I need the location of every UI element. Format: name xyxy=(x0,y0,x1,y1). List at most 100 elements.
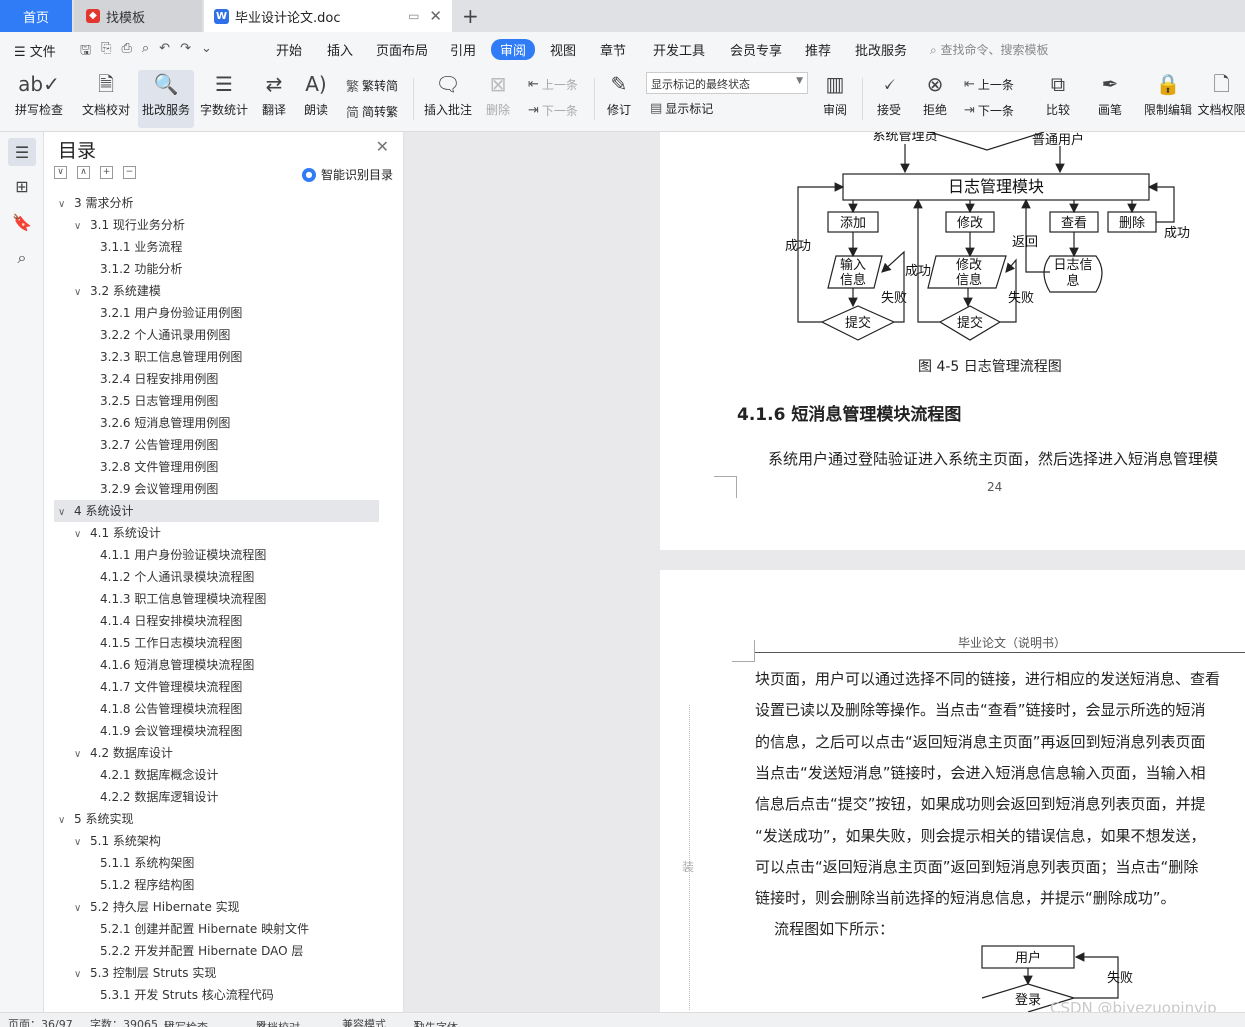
next-comment-button[interactable]: ⇥ 下一条 xyxy=(528,102,578,119)
window-mode-icon[interactable]: ▭ xyxy=(408,9,419,23)
preview-icon[interactable]: ⌕ xyxy=(142,41,149,63)
accept-button[interactable]: 🗸 接受 xyxy=(868,70,910,128)
prev-change-button[interactable]: ⇤ 上一条 xyxy=(964,76,1014,93)
toc-item[interactable]: 3.2.2 个人通讯录用例图 xyxy=(54,324,379,346)
markup-mode-select[interactable]: 显示标记的最终状态 ▼ xyxy=(646,72,808,94)
insert-comment-button[interactable]: 🗨 插入批注 xyxy=(420,70,476,128)
toc-item[interactable]: 5.3.1 开发 Struts 核心流程代码 xyxy=(54,984,379,1006)
toc-item[interactable]: 4.1.3 职工信息管理模块流程图 xyxy=(54,588,379,610)
delete-comment-button[interactable]: ⊠ 删除 xyxy=(478,70,518,128)
tab-home[interactable]: 首页 xyxy=(0,0,72,32)
review-pane-button[interactable]: ▥ 审阅 xyxy=(814,70,856,128)
expand-all-icon[interactable]: ∨ xyxy=(54,166,67,179)
chevron-down-icon[interactable]: ∨ xyxy=(74,744,86,766)
word-count-button[interactable]: ☰ 字数统计 xyxy=(196,70,252,128)
toc-item[interactable]: 4.1.6 短消息管理模块流程图 xyxy=(54,654,379,676)
restrict-editing-button[interactable]: 🔒 限制编辑 xyxy=(1140,70,1196,128)
prev-comment-button[interactable]: ⇤ 上一条 xyxy=(528,76,578,93)
show-markup-button[interactable]: ▤ 显示标记 xyxy=(650,100,713,117)
menu-recommend[interactable]: 推荐 xyxy=(805,40,831,59)
tab-template[interactable]: ◆ 找模板 xyxy=(74,0,202,32)
chevron-down-icon[interactable]: ∨ xyxy=(74,216,86,238)
toc-item[interactable]: ∨ 4 系统设计 xyxy=(54,500,379,522)
chevron-down-icon[interactable]: ∨ xyxy=(58,810,70,832)
toc-item[interactable]: 3.2.4 日程安排用例图 xyxy=(54,368,379,390)
toc-item[interactable]: ∨ 3.1 现行业务分析 xyxy=(54,214,379,236)
toc-item[interactable]: 3.2.6 短消息管理用例图 xyxy=(54,412,379,434)
chevron-down-icon[interactable]: ∨ xyxy=(74,524,86,546)
compare-button[interactable]: ⧉ 比较 xyxy=(1036,70,1080,128)
toc-panel-icon[interactable]: ☰ xyxy=(8,138,36,166)
chevron-down-icon[interactable]: ∨ xyxy=(74,898,86,920)
toc-item[interactable]: 4.1.2 个人通讯录模块流程图 xyxy=(54,566,379,588)
chapter-nav-icon[interactable]: ⊞ xyxy=(8,172,36,200)
toc-item[interactable]: 4.2.1 数据库概念设计 xyxy=(54,764,379,786)
toc-item[interactable]: 4.1.8 公告管理模块流程图 xyxy=(54,698,379,720)
toc-item[interactable]: ∨ 5.2 持久层 Hibernate 实现 xyxy=(54,896,379,918)
toc-item[interactable]: 3.1.2 功能分析 xyxy=(54,258,379,280)
remove-item-icon[interactable]: − xyxy=(123,166,136,179)
spell-check-button[interactable]: ab✓ 拼写检查 xyxy=(8,70,70,128)
print-icon[interactable]: ⎙ xyxy=(121,41,131,63)
chevron-down-icon[interactable]: ∨ xyxy=(58,502,70,524)
doc-rights-button[interactable]: 🗋 文档权限 xyxy=(1198,70,1245,128)
toc-item[interactable]: 3.2.7 公告管理用例图 xyxy=(54,434,379,456)
toc-item[interactable]: 4.1.9 会议管理模块流程图 xyxy=(54,720,379,742)
read-aloud-button[interactable]: A) 朗读 xyxy=(296,70,336,128)
doc-proof-button[interactable]: 🗎 文档校对 xyxy=(76,70,136,128)
add-item-icon[interactable]: + xyxy=(100,166,113,179)
close-icon[interactable]: ✕ xyxy=(376,137,389,156)
menu-member[interactable]: 会员专享 xyxy=(730,40,782,59)
chevron-down-icon[interactable]: ∨ xyxy=(74,964,86,986)
export-icon[interactable]: ⎘ xyxy=(101,41,111,63)
toc-item[interactable]: 4.1.7 文件管理模块流程图 xyxy=(54,676,379,698)
toc-item[interactable]: 3.2.9 会议管理用例图 xyxy=(54,478,379,500)
menu-developer[interactable]: 开发工具 xyxy=(653,40,705,59)
redo-icon[interactable]: ↷ xyxy=(180,41,191,63)
toc-item[interactable]: 4.2.2 数据库逻辑设计 xyxy=(54,786,379,808)
toc-item[interactable]: 3.2.1 用户身份验证用例图 xyxy=(54,302,379,324)
bookmark-icon[interactable]: 🔖 xyxy=(8,208,36,236)
toc-item[interactable]: 4.1.4 日程安排模块流程图 xyxy=(54,610,379,632)
toc-item[interactable]: 4.1.5 工作日志模块流程图 xyxy=(54,632,379,654)
toc-item[interactable]: 5.1.2 程序结构图 xyxy=(54,874,379,896)
translate-button[interactable]: ⇄ 翻译 xyxy=(254,70,294,128)
more-icon[interactable]: ⌄ xyxy=(201,41,212,63)
toc-item[interactable]: 4.1.1 用户身份验证模块流程图 xyxy=(54,544,379,566)
toc-item[interactable]: 3.2.8 文件管理用例图 xyxy=(54,456,379,478)
toc-item[interactable]: ∨ 3 需求分析 xyxy=(54,192,379,214)
command-search[interactable]: ⌕ 查找命令、搜索模板 xyxy=(930,41,1049,58)
menu-view[interactable]: 视图 xyxy=(550,40,576,59)
collapse-all-icon[interactable]: ∧ xyxy=(77,166,90,179)
toc-item[interactable]: ∨ 5.1 系统架构 xyxy=(54,830,379,852)
menu-references[interactable]: 引用 xyxy=(450,40,476,59)
undo-icon[interactable]: ↶ xyxy=(159,41,170,63)
menu-grading[interactable]: 批改服务 xyxy=(855,40,907,59)
toc-item[interactable]: 5.2.1 创建并配置 Hibernate 映射文件 xyxy=(54,918,379,940)
chevron-down-icon[interactable]: ∨ xyxy=(74,282,86,304)
toc-item[interactable]: 3.1.1 业务流程 xyxy=(54,236,379,258)
to-simplified-button[interactable]: 简简转繁 xyxy=(346,102,398,121)
chevron-down-icon[interactable]: ∨ xyxy=(74,832,86,854)
toc-item[interactable]: ∨ 5 系统实现 xyxy=(54,808,379,830)
track-changes-button[interactable]: ✎ 修订 xyxy=(600,70,638,128)
close-tab-icon[interactable]: ✕ xyxy=(429,7,442,25)
menu-start[interactable]: 开始 xyxy=(276,40,302,59)
toc-item[interactable]: ∨ 3.2 系统建模 xyxy=(54,280,379,302)
toc-item[interactable]: 5.2.2 开发并配置 Hibernate DAO 层 xyxy=(54,940,379,962)
page-indicator[interactable]: 页面：36/97 xyxy=(8,1016,73,1027)
search-icon[interactable]: ⌕ xyxy=(8,244,36,272)
reject-button[interactable]: ⊗ 拒绝 xyxy=(914,70,956,128)
tab-document[interactable]: W 毕业设计论文.doc ▭ ✕ xyxy=(204,0,452,32)
grading-service-button[interactable]: 🔍 批改服务 xyxy=(138,70,194,128)
toc-item[interactable]: ∨ 4.2 数据库设计 xyxy=(54,742,379,764)
pen-button[interactable]: ✒ 画笔 xyxy=(1090,70,1130,128)
smart-toc-button[interactable]: ● 智能识别目录 xyxy=(301,166,393,183)
word-count-indicator[interactable]: 字数：39065 xyxy=(90,1016,158,1027)
menu-insert[interactable]: 插入 xyxy=(327,40,353,59)
toc-item[interactable]: 5.1.1 系统构架图 xyxy=(54,852,379,874)
menu-review[interactable]: 审阅 xyxy=(491,39,536,60)
toc-item[interactable]: 3.2.5 日志管理用例图 xyxy=(54,390,379,412)
toc-item[interactable]: ∨ 5.3 控制层 Struts 实现 xyxy=(54,962,379,984)
toc-item[interactable]: 3.2.3 职工信息管理用例图 xyxy=(54,346,379,368)
